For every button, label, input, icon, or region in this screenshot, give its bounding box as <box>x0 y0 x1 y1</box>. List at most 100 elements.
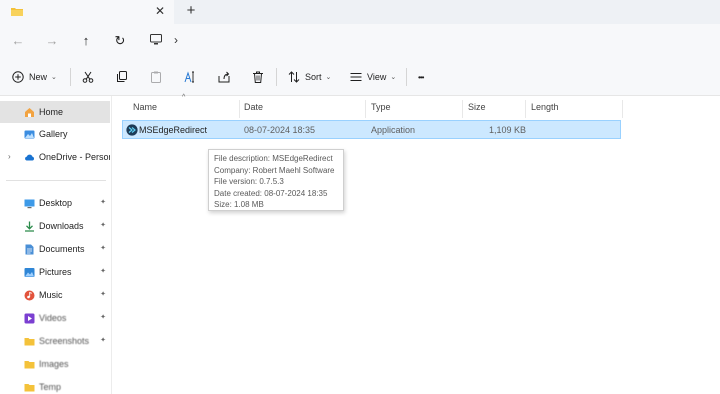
file-date: 08-07-2024 18:35 <box>244 125 316 135</box>
column-header-type[interactable]: Type <box>371 102 391 112</box>
delete-button[interactable] <box>252 68 264 86</box>
sidebar-item-label: Home <box>39 107 64 117</box>
pin-icon: ✦ <box>100 199 106 206</box>
forward-button[interactable]: → <box>43 32 61 50</box>
navigation-pane: Home Gallery › OneDrive - Persona Deskto… <box>0 96 112 394</box>
download-icon <box>25 221 34 232</box>
column-divider[interactable] <box>525 100 526 118</box>
sidebar-item-label: Gallery <box>39 129 68 139</box>
share-button[interactable] <box>218 68 230 86</box>
sidebar-item-folder[interactable]: Temp <box>0 376 110 394</box>
folder-icon <box>24 383 35 391</box>
sort-ascending-icon: ^ <box>182 94 186 101</box>
view-lines-icon <box>350 73 362 81</box>
picture-icon <box>24 267 35 277</box>
column-header-length[interactable]: Length <box>531 102 559 112</box>
refresh-button[interactable]: ↻ <box>111 32 129 50</box>
video-icon <box>24 313 35 323</box>
sort-icon <box>288 71 300 83</box>
sidebar-item-label: Downloads <box>39 221 84 231</box>
pin-icon: ✦ <box>100 222 106 229</box>
plus-circle-icon <box>12 71 24 83</box>
sort-label: Sort <box>305 72 322 82</box>
sidebar-item-label: Desktop <box>39 198 73 208</box>
column-divider[interactable] <box>365 100 366 118</box>
sidebar-item-label: OneDrive - Persona <box>39 152 110 162</box>
column-header-date[interactable]: Date <box>244 102 263 112</box>
column-header-size[interactable]: Size <box>468 102 486 112</box>
sidebar-item-folder[interactable]: Screenshots ✦ <box>0 330 110 352</box>
column-divider[interactable] <box>622 100 623 118</box>
folder-icon <box>11 8 23 16</box>
sidebar-item-label: Temp <box>39 382 62 392</box>
pin-icon: ✦ <box>100 314 106 321</box>
column-header-name[interactable]: Name <box>133 102 157 112</box>
tooltip-description: File description: MSEdgeRedirect <box>214 154 333 163</box>
music-icon <box>24 290 35 300</box>
msedgeredirect-app-icon <box>126 124 138 136</box>
cut-button[interactable] <box>82 68 94 86</box>
up-button[interactable]: ↑ <box>77 32 95 50</box>
tooltip-size: Size: 1.08 MB <box>214 200 264 210</box>
file-row-selected[interactable]: MSEdgeRedirect 08-07-2024 18:35 Applicat… <box>122 120 621 139</box>
new-tab-button[interactable]: + <box>184 3 198 19</box>
cloud-icon <box>25 154 35 160</box>
pin-icon: ✦ <box>100 337 106 344</box>
column-header-row: ^ Name Date Type Size Length <box>124 94 624 118</box>
sidebar-item-music[interactable]: Music ✦ <box>0 284 110 306</box>
chevron-down-icon: ⌄ <box>325 74 332 81</box>
folder-icon <box>24 360 35 368</box>
pin-icon: ✦ <box>100 291 106 298</box>
trash-icon <box>253 71 263 83</box>
sidebar-item-label: Pictures <box>39 267 72 277</box>
close-tab-icon[interactable]: ✕ <box>153 4 167 18</box>
new-label: New <box>29 72 48 82</box>
share-icon <box>218 71 230 83</box>
file-size: 1,109 KB <box>489 125 527 135</box>
sort-button[interactable]: Sort ⌄ <box>288 68 331 86</box>
tab-active[interactable]: ✕ <box>0 0 174 24</box>
file-type: Application <box>371 125 416 135</box>
copy-button[interactable] <box>116 68 128 86</box>
paste-button[interactable] <box>150 68 162 86</box>
gallery-icon <box>24 130 35 138</box>
toolbar-divider <box>70 68 71 86</box>
sidebar-item-folder[interactable]: Images <box>0 353 110 375</box>
new-button[interactable]: New ⌄ <box>12 68 57 86</box>
home-icon <box>25 107 34 117</box>
command-bar: New ⌄ Sort ⌄ View ⌄ ••• <box>0 58 720 96</box>
more-options-button[interactable]: ••• <box>418 68 424 86</box>
sidebar-item-videos[interactable]: Videos ✦ <box>0 307 110 329</box>
back-button[interactable]: ← <box>9 32 27 50</box>
folder-icon <box>24 337 35 345</box>
document-icon <box>25 244 34 254</box>
sidebar-item-desktop[interactable]: Desktop ✦ <box>0 192 110 214</box>
tooltip-date-created: Date created: 08-07-2024 18:35 <box>214 188 328 198</box>
sidebar-divider <box>6 180 106 181</box>
view-button[interactable]: View ⌄ <box>350 68 396 86</box>
view-label: View <box>367 72 387 82</box>
chevron-down-icon: ⌄ <box>390 74 397 81</box>
navigation-bar: ← → ↑ ↻ › <box>0 24 720 58</box>
tooltip-version: File version: 0.7.5.3 <box>214 177 284 187</box>
pin-icon: ✦ <box>100 245 106 252</box>
sidebar-item-gallery[interactable]: Gallery <box>0 123 110 145</box>
this-pc-icon[interactable] <box>150 34 162 45</box>
chevron-down-icon: ⌄ <box>51 74 57 81</box>
column-divider[interactable] <box>462 100 463 118</box>
sidebar-item-downloads[interactable]: Downloads ✦ <box>0 215 110 237</box>
sidebar-item-documents[interactable]: Documents ✦ <box>0 238 110 260</box>
toolbar-divider <box>276 68 277 86</box>
sidebar-item-label: Documents <box>39 244 85 254</box>
breadcrumb-chevron-icon[interactable]: › <box>174 33 178 47</box>
sidebar-item-onedrive[interactable]: OneDrive - Persona <box>0 146 110 168</box>
rename-button[interactable] <box>184 68 196 86</box>
file-name: MSEdgeRedirect <box>139 125 208 135</box>
column-divider[interactable] <box>239 100 240 118</box>
rename-icon <box>184 71 194 83</box>
sidebar-item-pictures[interactable]: Pictures ✦ <box>0 261 110 283</box>
clipboard-icon <box>151 71 161 83</box>
toolbar-divider <box>406 68 407 86</box>
sidebar-item-label: Music <box>39 290 63 300</box>
sidebar-item-home[interactable]: Home <box>0 101 110 123</box>
